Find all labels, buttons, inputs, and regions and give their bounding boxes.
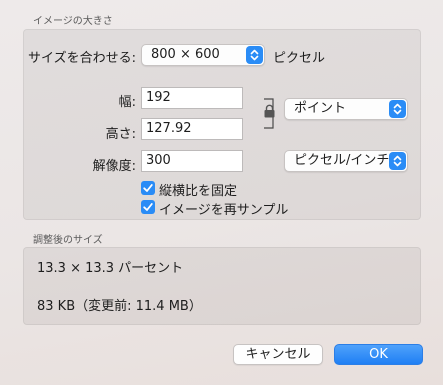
fit-to-unit: ピクセル	[273, 51, 326, 66]
result-section-title: 調整後のサイズ	[33, 235, 103, 246]
height-label: 高さ:	[105, 127, 136, 142]
resample-image-label: イメージを再サンプル	[159, 203, 289, 218]
updown-chevron-icon	[389, 152, 406, 170]
cancel-button[interactable]: キャンセル	[233, 344, 323, 365]
fit-to-value: 800 × 600	[151, 47, 220, 62]
lock-icon[interactable]	[264, 104, 275, 122]
resolution-label: 解像度:	[92, 159, 136, 174]
width-label: 幅:	[118, 95, 136, 110]
fit-to-popup[interactable]: 800 × 600	[141, 44, 265, 66]
updown-chevron-icon	[246, 46, 263, 64]
fit-to-label: サイズを合わせる:	[28, 51, 136, 66]
scale-proportionally-label: 縦横比を固定	[159, 184, 238, 199]
checkmark-icon	[141, 200, 155, 214]
size-unit-value: ポイント	[294, 101, 347, 116]
image-size-section-title: イメージの大きさ	[33, 16, 113, 27]
checkmark-icon	[141, 181, 155, 195]
width-field[interactable]: 192	[141, 87, 243, 109]
ok-button[interactable]: OK	[334, 344, 423, 365]
resolution-field[interactable]: 300	[141, 150, 243, 172]
height-field[interactable]: 127.92	[141, 118, 243, 140]
resolution-unit-value: ピクセル/インチ	[294, 153, 390, 168]
updown-chevron-icon	[389, 100, 406, 118]
result-dimensions: 13.3 × 13.3 パーセント	[37, 261, 184, 276]
result-file-size: 83 KB（変更前: 11.4 MB）	[37, 299, 202, 314]
resolution-unit-popup[interactable]: ピクセル/インチ	[284, 150, 408, 172]
size-unit-popup[interactable]: ポイント	[284, 98, 408, 120]
